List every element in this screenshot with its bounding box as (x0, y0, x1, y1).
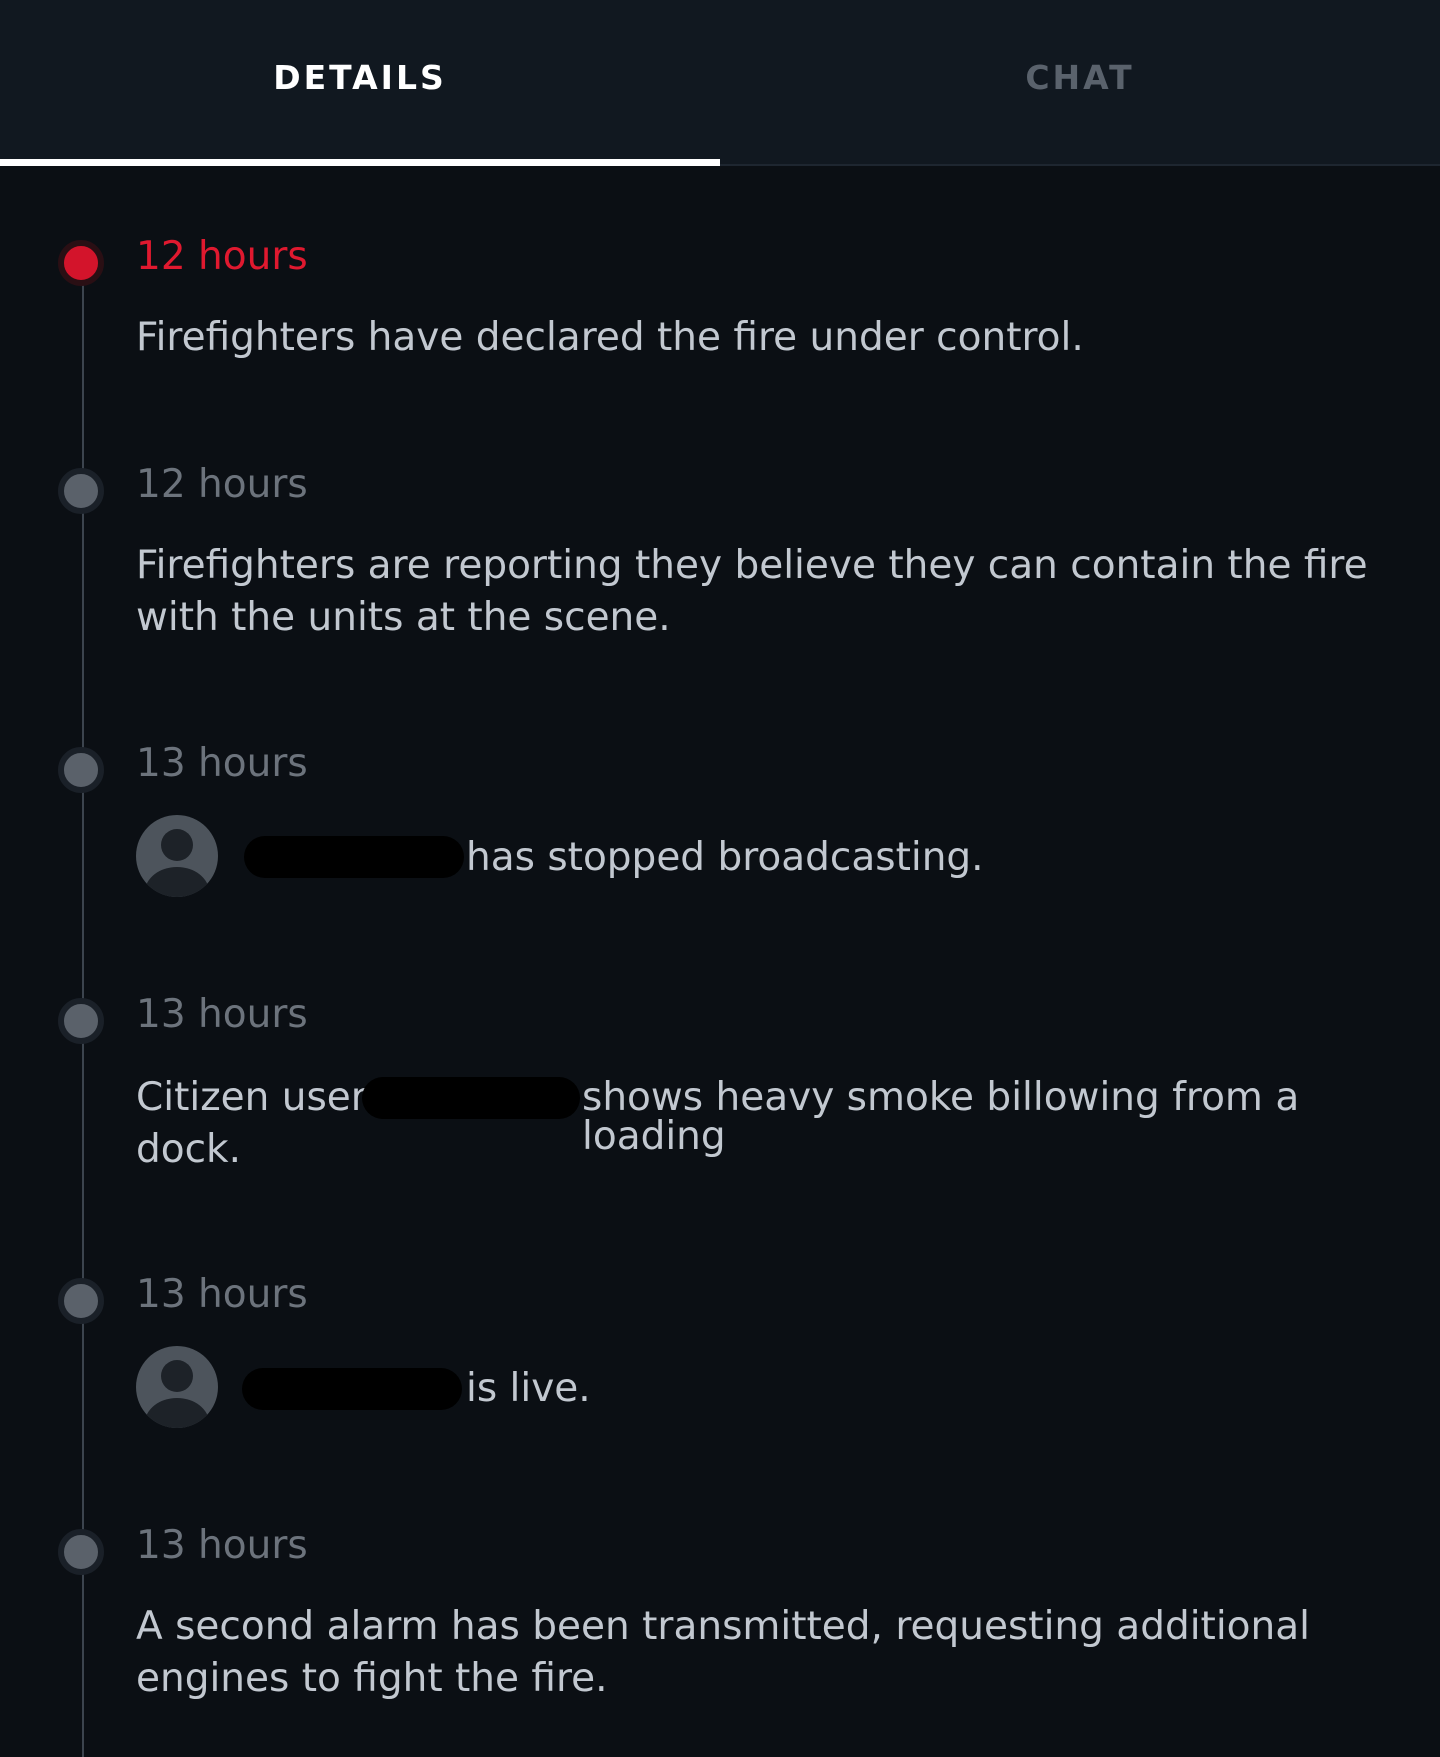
entry-text-line2: dock. (136, 1127, 242, 1172)
tab-details[interactable]: DETAILS (0, 0, 720, 166)
redacted-username (244, 836, 464, 878)
avatar[interactable] (136, 1346, 218, 1428)
redacted-username (362, 1077, 580, 1119)
avatar-body (145, 1398, 209, 1428)
entry-text: shows heavy smoke billowing from a loadi… (582, 1075, 1300, 1159)
entry-time: 13 hours (136, 1523, 308, 1568)
avatar-head (161, 1360, 193, 1392)
timeline-dot-active (58, 240, 104, 286)
entry-text: Firefighters have declared the fire unde… (136, 315, 1084, 360)
entry-text-prefix: Citizen user (136, 1075, 367, 1120)
avatar-body (145, 867, 209, 897)
entry-time: 13 hours (136, 1272, 308, 1317)
active-tab-indicator (0, 159, 720, 166)
avatar-head (161, 829, 193, 861)
timeline-dot (58, 1278, 104, 1324)
entry-text: A second alarm has been transmitted, req… (136, 1604, 1310, 1701)
entry-text: has stopped broadcasting. (466, 835, 984, 880)
entry-time: 12 hours (136, 462, 308, 507)
entry-time: 13 hours (136, 741, 308, 786)
redacted-username (242, 1368, 462, 1410)
entry-time: 12 hours (136, 234, 308, 279)
timeline-dot (58, 1529, 104, 1575)
avatar[interactable] (136, 815, 218, 897)
entry-text: Firefighters are reporting they believe … (136, 543, 1368, 640)
entry-time: 13 hours (136, 992, 308, 1037)
timeline-dot (58, 468, 104, 514)
entry-text: is live. (466, 1366, 591, 1411)
tab-bar: DETAILS CHAT (0, 0, 1440, 166)
tab-chat[interactable]: CHAT (720, 0, 1440, 166)
timeline-dot (58, 998, 104, 1044)
timeline-dot (58, 747, 104, 793)
